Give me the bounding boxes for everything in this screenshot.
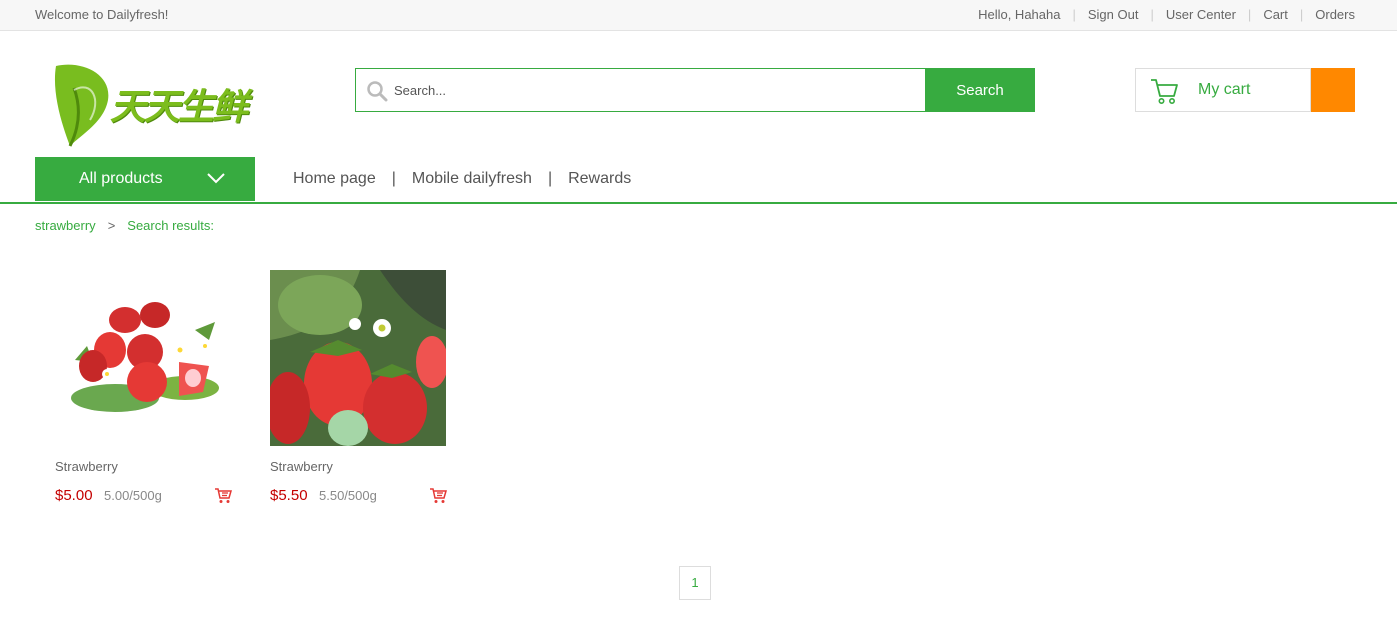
user-greeting: Hello, Hahaha (978, 7, 1061, 22)
product-name[interactable]: Strawberry (270, 459, 333, 474)
search-box (355, 68, 925, 112)
search-input[interactable] (394, 69, 914, 111)
welcome-text: Welcome to Dailyfresh! (35, 7, 169, 22)
nav-divider (0, 202, 1397, 204)
product-name[interactable]: Strawberry (55, 459, 118, 474)
add-to-cart-icon[interactable] (214, 487, 232, 504)
cart-count-badge[interactable] (1311, 68, 1355, 112)
pagination-page-1[interactable]: 1 (679, 566, 711, 600)
breadcrumb-current: Search results: (127, 218, 214, 233)
separator: | (547, 170, 553, 187)
logo-text: 天天生鲜 (110, 87, 248, 128)
sign-out-link[interactable]: Sign Out (1088, 7, 1139, 22)
nav-mobile-dailyfresh[interactable]: Mobile dailyfresh (412, 170, 532, 188)
separator: | (1072, 7, 1076, 22)
separator: | (1299, 7, 1304, 22)
orders-link[interactable]: Orders (1315, 7, 1355, 22)
product-card: Strawberry $5.50 5.50/500g (270, 270, 450, 520)
cart-label: My cart (1198, 81, 1251, 98)
main-nav: Home page | Mobile dailyfresh | Rewards (293, 170, 631, 188)
search-icon (367, 81, 388, 102)
separator: | (1150, 7, 1154, 22)
my-cart-button[interactable]: My cart (1135, 68, 1311, 112)
product-unit-price: 5.00/500g (104, 488, 162, 503)
product-unit-price: 5.50/500g (319, 488, 377, 503)
top-links: Hello, Hahaha | Sign Out | User Center |… (978, 7, 1355, 22)
separator: | (391, 170, 396, 187)
product-price: $5.50 (270, 487, 308, 504)
user-center-link[interactable]: User Center (1166, 7, 1236, 22)
breadcrumb-arrow: > (107, 218, 116, 233)
top-bar: Welcome to Dailyfresh! Hello, Hahaha | S… (0, 0, 1397, 31)
breadcrumb-category[interactable]: strawberry (35, 218, 96, 233)
all-products-label: All products (79, 170, 163, 187)
nav-rewards[interactable]: Rewards (568, 170, 631, 188)
add-to-cart-icon[interactable] (429, 487, 447, 504)
breadcrumb: strawberry > Search results: (35, 218, 214, 233)
chevron-down-icon (207, 173, 225, 184)
nav-home-page[interactable]: Home page (293, 170, 376, 188)
product-card: Strawberry $5.00 5.00/500g (55, 270, 235, 520)
product-image[interactable] (270, 270, 446, 446)
product-price: $5.00 (55, 487, 93, 504)
search-button[interactable]: Search (925, 68, 1035, 112)
cart-link[interactable]: Cart (1263, 7, 1288, 22)
cart-icon (1151, 79, 1178, 104)
product-image[interactable] (55, 270, 231, 446)
separator: | (1247, 7, 1252, 22)
all-products-menu[interactable]: All products (35, 157, 255, 201)
